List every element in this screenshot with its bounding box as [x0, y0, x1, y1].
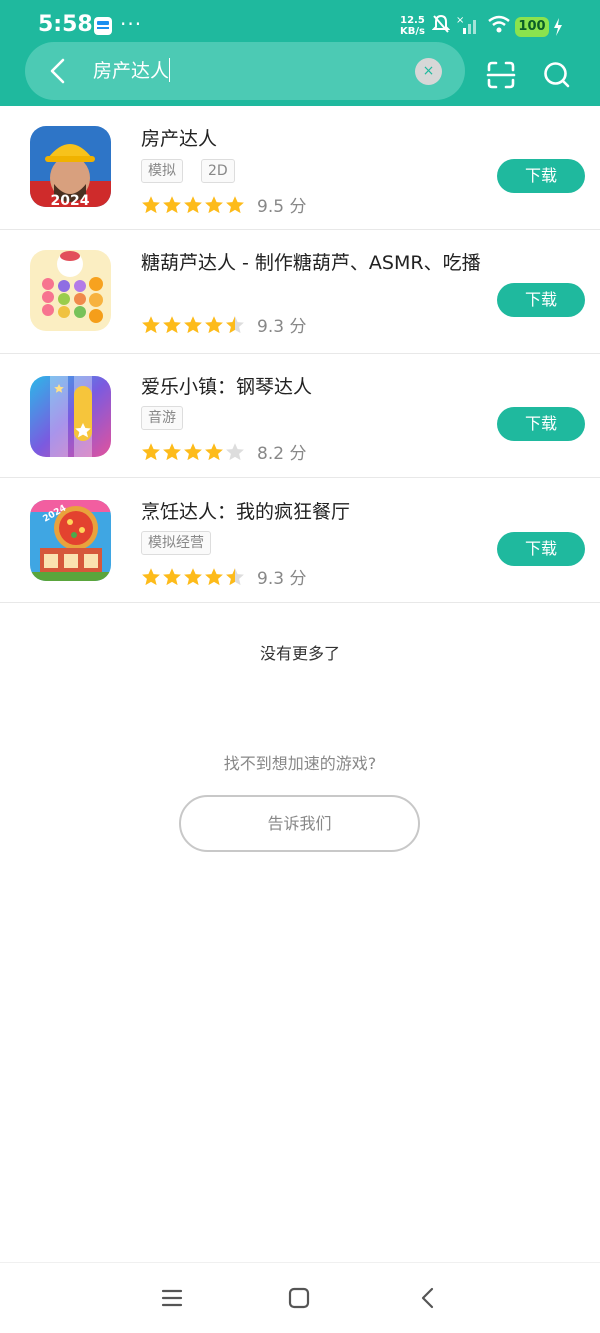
star-icon — [163, 315, 181, 333]
more-notifications-icon: ··· — [120, 12, 143, 36]
star-icon — [184, 567, 202, 585]
game-icon-real-estate[interactable]: 2024 — [30, 126, 111, 207]
download-button[interactable]: 下载 — [497, 532, 585, 566]
rating-row: 8.2 分 — [141, 439, 306, 464]
rating-row: 9.3 分 — [141, 564, 306, 589]
notification-app-icon — [94, 17, 112, 35]
back-nav-icon[interactable] — [418, 1287, 438, 1309]
tag-label: 音游 — [141, 406, 183, 430]
search-bar[interactable] — [25, 42, 465, 100]
download-button[interactable]: 下载 — [497, 283, 585, 317]
result-row[interactable]: 爱乐小镇：钢琴达人 音游 8.2 分 下载 — [0, 354, 600, 478]
empty-star-icon — [226, 442, 244, 460]
chevron-left-icon[interactable] — [44, 56, 70, 86]
tag-label: 模拟经营 — [141, 531, 211, 555]
star-icon — [184, 315, 202, 333]
charging-icon — [554, 18, 562, 36]
text-caret — [169, 58, 170, 82]
star-icon — [184, 442, 202, 460]
score-label: 9.5 分 — [257, 197, 307, 217]
game-title[interactable]: 房产达人 — [141, 124, 217, 151]
star-icon — [142, 195, 160, 213]
menu-icon[interactable] — [161, 1287, 183, 1309]
download-button[interactable]: 下载 — [497, 159, 585, 193]
rating-row: 9.5 分 — [141, 192, 306, 217]
star-icon — [205, 195, 223, 213]
tag-label: 2D — [201, 159, 235, 183]
star-icon — [226, 195, 244, 213]
star-icon — [184, 195, 202, 213]
result-row[interactable]: 2024 烹饪达人：我的疯狂餐厅 模拟经营 9.3 分 下载 — [0, 479, 600, 603]
home-icon[interactable] — [288, 1287, 310, 1309]
game-icon-piano-town[interactable] — [30, 376, 111, 457]
search-input[interactable]: 房产达人 — [93, 58, 169, 84]
close-icon[interactable]: × — [415, 58, 442, 85]
cant-find-label: 找不到想加速的游戏? — [223, 754, 377, 773]
search-icon[interactable] — [543, 60, 571, 90]
no-more-label: 没有更多了 — [259, 644, 340, 663]
rating-row: 9.3 分 — [141, 312, 306, 337]
tag-group: 音游 — [141, 406, 183, 430]
scan-icon[interactable] — [486, 60, 516, 90]
star-icon — [205, 315, 223, 333]
game-title[interactable]: 爱乐小镇：钢琴达人 — [141, 372, 312, 399]
game-icon-candied-fruit[interactable] — [30, 250, 111, 331]
half-star-icon — [226, 315, 244, 333]
star-icon — [142, 442, 160, 460]
result-row[interactable]: 糖葫芦达人 - 制作糖葫芦、ASMR、吃播 9.3 分 下载 — [0, 230, 600, 354]
star-icon — [163, 567, 181, 585]
svg-text:2024: 2024 — [51, 193, 90, 207]
game-title[interactable]: 烹饪达人：我的疯狂餐厅 — [141, 497, 350, 524]
star-icon — [205, 567, 223, 585]
download-button[interactable]: 下载 — [497, 407, 585, 441]
star-icon — [163, 442, 181, 460]
svg-text:×: × — [456, 15, 464, 26]
system-nav-bar — [0, 1262, 600, 1333]
battery-level: 100 — [515, 17, 549, 37]
score-label: 9.3 分 — [257, 317, 307, 337]
half-star-icon — [226, 567, 244, 585]
status-time: 5:58 — [38, 12, 93, 37]
network-speed: 12.5 KB/s — [400, 15, 425, 37]
network-speed-unit: KB/s — [400, 26, 425, 37]
status-bar: 5:58 ··· 12.5 KB/s × 100 — [0, 0, 600, 48]
star-icon — [163, 195, 181, 213]
game-title[interactable]: 糖葫芦达人 - 制作糖葫芦、ASMR、吃播 — [141, 248, 481, 275]
game-icon-cooking-restaurant[interactable]: 2024 — [30, 500, 111, 581]
star-icon — [142, 567, 160, 585]
result-row[interactable]: 2024 房产达人 模拟 2D 9.5 分 下载 — [0, 106, 600, 230]
tag-label: 模拟 — [141, 159, 183, 183]
mute-icon — [432, 14, 450, 33]
network-speed-value: 12.5 — [400, 15, 425, 26]
tell-us-button[interactable]: 告诉我们 — [179, 795, 420, 852]
header-bar: 5:58 ··· 12.5 KB/s × 100 房产达人 × — [0, 0, 600, 106]
score-label: 9.3 分 — [257, 569, 307, 589]
score-label: 8.2 分 — [257, 444, 307, 464]
tag-group: 模拟 2D — [141, 159, 235, 183]
star-icon — [142, 315, 160, 333]
signal-icon: × — [456, 15, 476, 34]
tag-group: 模拟经营 — [141, 531, 211, 555]
wifi-icon — [488, 15, 510, 33]
star-icon — [205, 442, 223, 460]
